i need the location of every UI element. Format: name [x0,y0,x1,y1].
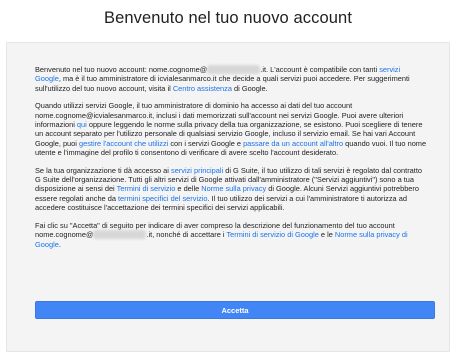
core-services-link[interactable]: servizi principali [171,166,223,175]
blurred-domain-2: icvialesanmarco [93,230,147,240]
privacy-policy-link[interactable]: Norme sulla privacy [201,184,266,193]
terms-panel: Benvenuto nel tuo nuovo account: nome.co… [6,42,450,352]
terms-content: Benvenuto nel tuo nuovo account: nome.co… [35,65,427,257]
page-title: Benvenuto nel tuo nuovo account [103,9,353,27]
accept-paragraph: Fai clic su "Accetta" di seguito per ind… [35,220,408,249]
terms-of-service-link[interactable]: Termini di servizio [117,184,176,193]
google-terms-link[interactable]: Termini di servizio di Google [226,230,318,239]
accept-button[interactable]: Accetta [35,301,435,319]
switch-account-link[interactable]: passare da un account all'altro [243,139,343,148]
blurred-domain: icvialesanmarco [207,65,261,74]
help-center-link[interactable]: Centro assistenza [173,84,232,93]
gsuite-paragraph: Se la tua organizzazione ti dà accesso a… [35,165,422,213]
welcome-paragraph: Benvenuto nel tuo nuovo account: nome.co… [35,65,410,93]
manage-account-link[interactable]: gestire l'account che utilizzi [79,139,168,148]
specific-terms-link[interactable]: termini specifici del servizio [118,194,208,203]
admin-access-paragraph: Quando utilizzi servizi Google, il tuo a… [35,101,427,158]
more-info-link[interactable]: qui [77,120,87,129]
